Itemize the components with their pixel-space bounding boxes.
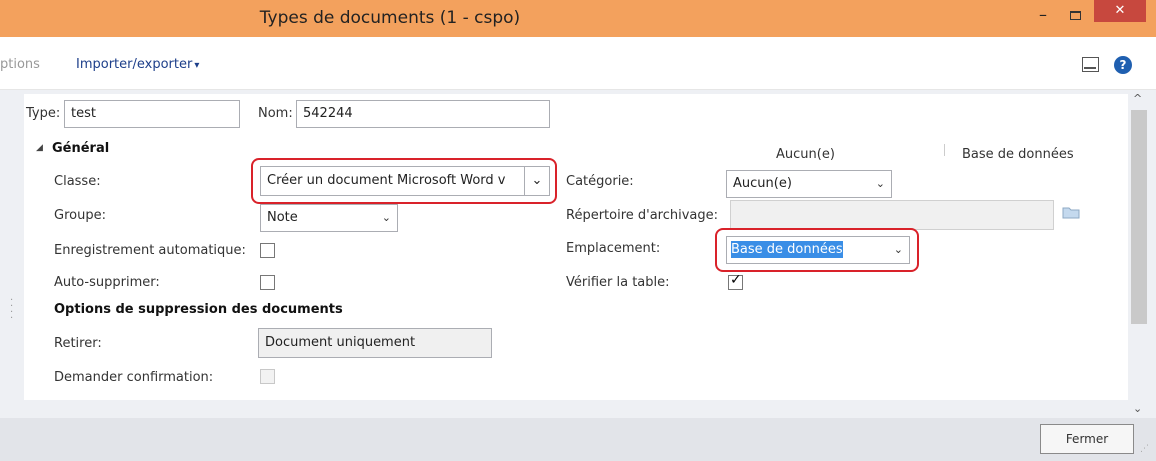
repertoire-input: [730, 200, 1054, 230]
column-header-base: Base de données: [962, 147, 1074, 162]
categorie-select-value: Aucun(e): [733, 176, 792, 191]
dropdown-caret-icon: ▾: [194, 60, 200, 71]
highlight-emplacement: [715, 228, 919, 272]
emplacement-label: Emplacement:: [566, 241, 661, 256]
fermer-button[interactable]: Fermer: [1040, 424, 1134, 454]
auto-supprimer-checkbox[interactable]: [260, 275, 275, 290]
suppression-section-title: Options de suppression des documents: [54, 302, 343, 317]
general-section-title[interactable]: Général: [52, 141, 109, 156]
categorie-select[interactable]: Aucun(e) ⌄: [726, 170, 892, 198]
type-label: Type:: [26, 106, 61, 121]
categorie-dropdown-arrow-icon: ⌄: [875, 177, 885, 190]
demander-confirmation-label: Demander confirmation:: [54, 370, 214, 385]
enregistrement-auto-label: Enregistrement automatique:: [54, 243, 246, 258]
column-divider: [944, 144, 945, 156]
collapse-triangle-icon[interactable]: ◢: [36, 143, 43, 153]
groupe-select-value: Note: [267, 210, 298, 225]
nom-input[interactable]: 542244: [296, 100, 550, 128]
footer-bar: [0, 418, 1156, 461]
maximize-icon: [1070, 11, 1081, 20]
menu-import-export-label: Importer/exporter: [76, 57, 193, 72]
classe-label: Classe:: [54, 174, 101, 189]
verifier-table-checkbox[interactable]: [728, 272, 743, 290]
auto-supprimer-label: Auto-supprimer:: [54, 275, 160, 290]
type-input[interactable]: test: [64, 100, 240, 128]
panel-toggle-icon[interactable]: [1082, 57, 1099, 72]
verifier-table-label: Vérifier la table:: [566, 275, 670, 290]
demander-confirmation-checkbox: [260, 369, 275, 384]
repertoire-label: Répertoire d'archivage:: [566, 208, 719, 223]
groupe-dropdown-arrow-icon: ⌄: [381, 211, 391, 224]
help-icon[interactable]: ?: [1114, 56, 1132, 74]
column-header-aucun: Aucun(e): [776, 147, 835, 162]
groupe-select[interactable]: Note ⌄: [260, 204, 398, 232]
window-title: Types de documents (1 - cspo): [259, 8, 521, 28]
panel-toggle-icon-bar: [1084, 67, 1096, 69]
folder-icon[interactable]: [1062, 206, 1080, 219]
menu-options[interactable]: ptions: [0, 57, 40, 72]
categorie-label: Catégorie:: [566, 174, 634, 189]
highlight-classe: [251, 158, 557, 204]
menu-import-export[interactable]: Importer/exporter ▾: [76, 57, 199, 72]
resize-grip-icon[interactable]: ⋰: [1140, 444, 1149, 454]
scroll-down-icon[interactable]: ⌄: [1133, 402, 1142, 415]
enregistrement-auto-checkbox[interactable]: [260, 243, 275, 258]
scrollbar-thumb[interactable]: [1131, 110, 1147, 324]
groupe-label: Groupe:: [54, 208, 106, 223]
splitter-grip-icon[interactable]: · · · ·: [10, 296, 14, 324]
minimize-button[interactable]: –: [1030, 6, 1056, 28]
maximize-button[interactable]: [1064, 7, 1090, 29]
scroll-up-icon[interactable]: ^: [1133, 92, 1142, 105]
retirer-label: Retirer:: [54, 336, 102, 351]
close-window-button[interactable]: ✕: [1094, 0, 1146, 22]
nom-label: Nom:: [258, 106, 293, 121]
retirer-field: Document uniquement: [258, 328, 492, 358]
